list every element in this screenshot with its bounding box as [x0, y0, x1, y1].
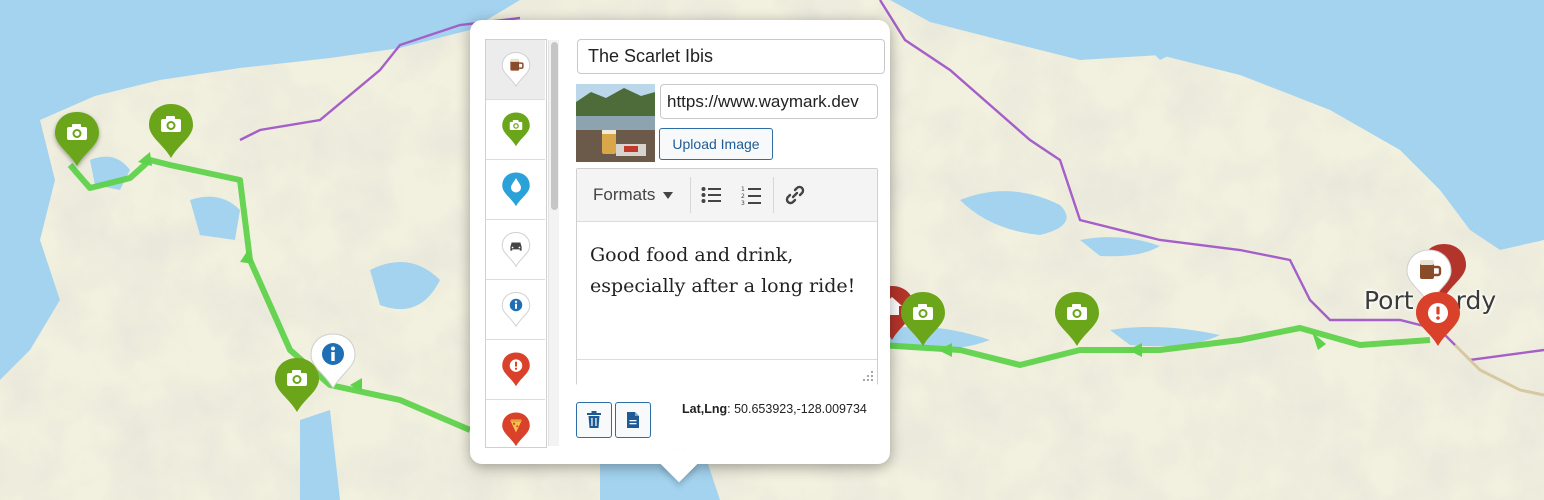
- marker-type-pizza[interactable]: [486, 400, 545, 447]
- lat-lng-label: Lat,Lng: [682, 402, 728, 416]
- editor-content-area[interactable]: Good food and drink, especially after a …: [577, 222, 877, 358]
- marker-edit-popup: Upload Image Formats 123 Good food and d…: [470, 20, 890, 483]
- duplicate-button[interactable]: [615, 402, 651, 438]
- delete-button[interactable]: [576, 402, 612, 438]
- map-marker-alert[interactable]: [1412, 288, 1464, 352]
- map-marker-camera[interactable]: [1051, 288, 1103, 352]
- marker-type-alert[interactable]: [486, 340, 545, 400]
- marker-type-beer[interactable]: [486, 40, 545, 100]
- alert-icon: [1428, 303, 1448, 323]
- info-icon: [322, 343, 344, 365]
- scrollbar-thumb[interactable]: [551, 42, 558, 210]
- marker-type-camera[interactable]: [486, 100, 545, 160]
- description-editor: Formats 123 Good food and drink, especia…: [576, 168, 878, 385]
- marker-type-water[interactable]: [486, 160, 545, 220]
- marker-type-car[interactable]: [486, 220, 545, 280]
- image-thumbnail: [576, 84, 655, 162]
- caret-down-icon: [663, 191, 674, 199]
- numbered-list-icon: 123: [741, 186, 761, 205]
- trash-icon: [587, 411, 601, 428]
- info-icon: [509, 298, 522, 311]
- marker-type-info[interactable]: [486, 280, 545, 340]
- document-icon: [627, 412, 639, 428]
- lat-lng-readout: Lat,Lng: 50.653923,-128.009734: [682, 402, 867, 416]
- editor-toolbar: Formats 123: [577, 169, 877, 222]
- svg-text:1: 1: [741, 186, 745, 193]
- lat-lng-value: : 50.653923,-128.009734: [727, 402, 867, 416]
- editor-statusbar: [577, 359, 877, 385]
- numbered-list-button[interactable]: 123: [735, 179, 767, 211]
- alert-icon: [509, 358, 522, 372]
- title-input[interactable]: [577, 39, 885, 74]
- svg-text:2: 2: [741, 193, 745, 200]
- description-text[interactable]: Good food and drink, especially after a …: [590, 240, 865, 302]
- map-marker-camera[interactable]: [51, 108, 103, 172]
- link-icon: [785, 185, 805, 205]
- marker-type-scrollbar[interactable]: [548, 40, 559, 446]
- map-marker-camera[interactable]: [145, 100, 197, 164]
- formats-dropdown[interactable]: Formats: [583, 178, 683, 212]
- bullet-list-icon: [701, 187, 721, 203]
- upload-image-button[interactable]: Upload Image: [659, 128, 773, 160]
- svg-text:3: 3: [741, 200, 745, 205]
- map-marker-camera[interactable]: [271, 354, 323, 418]
- image-url-input[interactable]: [660, 84, 878, 119]
- map-marker-camera[interactable]: [897, 288, 949, 352]
- marker-type-list[interactable]: [485, 39, 547, 448]
- formats-label: Formats: [593, 185, 656, 204]
- resize-handle-icon[interactable]: [862, 370, 874, 382]
- bullet-list-button[interactable]: [695, 179, 727, 211]
- link-button[interactable]: [779, 179, 811, 211]
